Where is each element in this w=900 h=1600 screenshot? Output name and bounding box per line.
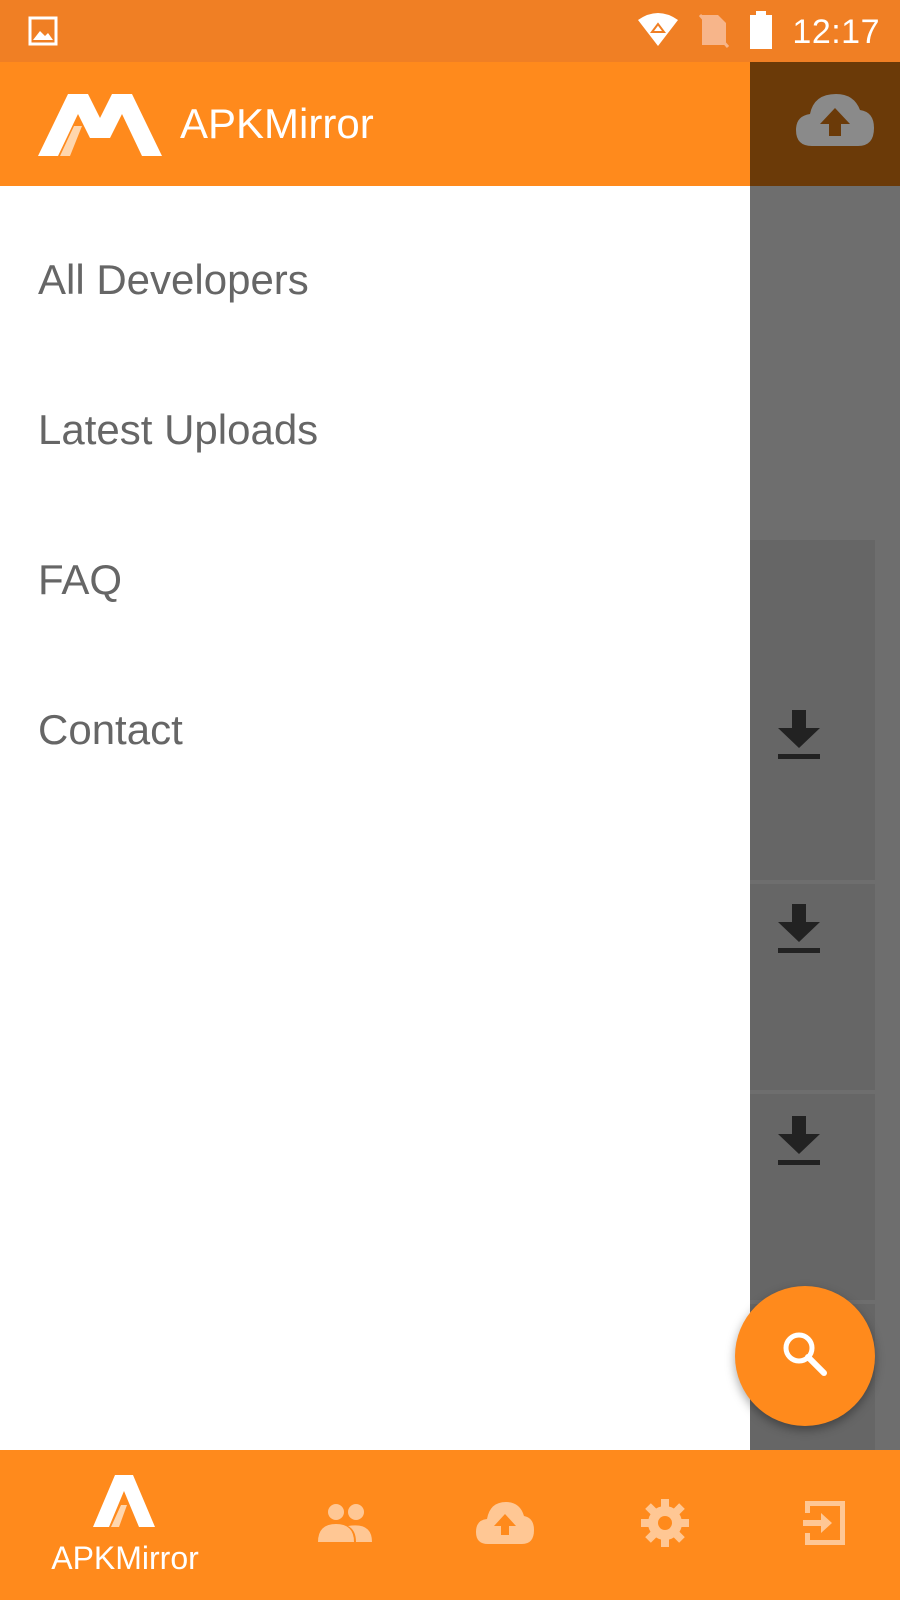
no-sim-icon (698, 11, 730, 54)
search-fab-button[interactable] (735, 1286, 875, 1426)
drawer-header: APKMirror (0, 62, 750, 186)
image-icon (28, 16, 58, 51)
nav-item-upload[interactable] (440, 1450, 570, 1600)
logout-icon (801, 1499, 849, 1552)
status-time: 12:17 (792, 12, 880, 51)
status-bar: 12:17 (0, 0, 900, 62)
wifi-icon (636, 12, 680, 53)
drawer-item-faq[interactable]: FAQ (38, 540, 122, 620)
upload-cloud-icon (474, 1500, 536, 1551)
people-icon (316, 1502, 374, 1549)
navigation-drawer: APKMirror All Developers Latest Uploads … (0, 62, 750, 1450)
settings-gear-icon (639, 1497, 691, 1554)
nav-item-logout[interactable] (760, 1450, 890, 1600)
bottom-navigation: APKMirror (0, 1450, 900, 1600)
apkmirror-logo-icon (93, 1473, 157, 1534)
drawer-item-all-developers[interactable]: All Developers (38, 240, 309, 320)
drawer-item-latest-uploads[interactable]: Latest Uploads (38, 390, 318, 470)
upload-cloud-icon (794, 90, 876, 155)
search-icon (780, 1329, 830, 1384)
nav-item-settings[interactable] (600, 1450, 730, 1600)
nav-item-people[interactable] (280, 1450, 410, 1600)
download-icon (776, 710, 822, 767)
nav-item-apkmirror[interactable]: APKMirror (30, 1450, 220, 1600)
battery-icon (748, 10, 774, 55)
download-icon (776, 1116, 822, 1173)
download-icon (776, 904, 822, 961)
drawer-title: APKMirror (180, 100, 374, 147)
drawer-item-contact[interactable]: Contact (38, 690, 183, 770)
apkmirror-logo-icon (38, 92, 164, 163)
nav-item-label: APKMirror (51, 1540, 199, 1576)
